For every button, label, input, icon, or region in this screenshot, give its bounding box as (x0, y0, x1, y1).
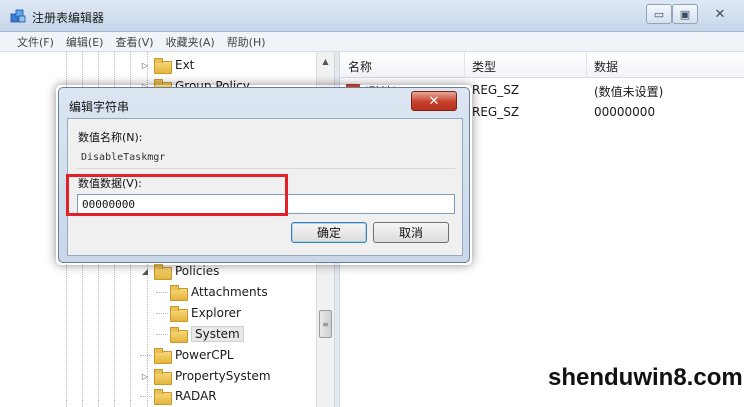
tree-item-label: Explorer (191, 306, 241, 320)
column-header-type[interactable]: 类型 (472, 58, 496, 75)
tree-connector (156, 333, 168, 335)
tree-item-label: Ext (175, 58, 195, 72)
tree-connector (156, 291, 168, 293)
folder-icon (154, 348, 172, 364)
tree-item-attachments[interactable]: Attachments (156, 282, 268, 302)
expand-icon[interactable]: ▷ (140, 61, 150, 70)
folder-icon (170, 285, 188, 301)
folder-icon (154, 369, 172, 385)
folder-open-icon (170, 327, 188, 343)
value-data: (数值未设置) (594, 85, 664, 99)
list-header: 名称 类型 数据 (340, 52, 744, 78)
tree-item-label: PowerCPL (175, 348, 234, 362)
scroll-up-icon[interactable]: ▲ (317, 54, 334, 68)
minimize-icon: ▭ (653, 7, 665, 21)
tree-item-label: Policies (175, 264, 220, 278)
column-header-data[interactable]: 数据 (594, 58, 618, 75)
value-data: 00000000 (594, 105, 656, 119)
close-icon: ✕ (428, 93, 440, 109)
menu-edit[interactable]: 编辑(E) (66, 34, 104, 50)
scroll-thumb[interactable]: ≡ (319, 310, 332, 338)
dialog-close-button[interactable]: ✕ (411, 91, 457, 111)
maximize-button[interactable]: ▣ (672, 4, 698, 24)
close-icon: ✕ (714, 6, 726, 22)
highlight-annotation (66, 174, 288, 216)
tree-item-label: Attachments (191, 285, 268, 299)
minimize-button[interactable]: ▭ (646, 4, 672, 24)
menu-file[interactable]: 文件(F) (17, 34, 54, 50)
dialog-title: 编辑字符串 (69, 100, 130, 114)
value-type: REG_SZ (472, 83, 520, 97)
watermark-text: shenduwin8.com (548, 364, 743, 391)
tree-connector (140, 395, 152, 397)
tree-item-powercpl[interactable]: PowerCPL (140, 345, 234, 365)
tree-item-propertysystem[interactable]: ▷ PropertySystem (140, 366, 271, 386)
regedit-icon (10, 9, 26, 23)
menu-favorites[interactable]: 收藏夹(A) (166, 34, 215, 50)
column-header-name[interactable]: 名称 (348, 58, 372, 75)
tree-item-radar[interactable]: RADAR (140, 386, 217, 406)
close-window-button[interactable]: ✕ (700, 4, 740, 24)
ok-button[interactable]: 确定 (291, 222, 367, 243)
maximize-icon: ▣ (679, 7, 691, 21)
tree-item-system[interactable]: System (156, 324, 244, 344)
tree-item-ext[interactable]: ▷ Ext (140, 55, 194, 75)
expand-icon[interactable]: ▷ (140, 372, 150, 381)
column-divider[interactable] (586, 52, 587, 78)
column-divider[interactable] (464, 52, 465, 78)
folder-icon (154, 264, 172, 280)
tree-connector (140, 354, 152, 356)
window-title: 注册表编辑器 (32, 11, 105, 25)
tree-connector (156, 312, 168, 314)
tree-item-label: PropertySystem (175, 369, 271, 383)
collapse-icon[interactable]: ◢ (140, 267, 150, 276)
menu-view[interactable]: 查看(V) (115, 34, 153, 50)
value-name-field: DisableTaskmgr (77, 149, 455, 169)
tree-item-label: System (191, 326, 244, 342)
folder-icon (170, 306, 188, 322)
folder-icon (154, 389, 172, 405)
cancel-button[interactable]: 取消 (373, 222, 449, 243)
window-titlebar: 注册表编辑器 ▭ ▣ ✕ (0, 0, 744, 32)
tree-item-explorer[interactable]: Explorer (156, 303, 241, 323)
menu-bar: 文件(F) 编辑(E) 查看(V) 收藏夹(A) 帮助(H) (0, 32, 744, 52)
folder-icon (154, 58, 172, 74)
value-name-label: 数值名称(N): (78, 131, 143, 144)
tree-item-label: RADAR (175, 389, 217, 403)
menu-help[interactable]: 帮助(H) (227, 34, 266, 50)
value-type: REG_SZ (472, 105, 520, 119)
